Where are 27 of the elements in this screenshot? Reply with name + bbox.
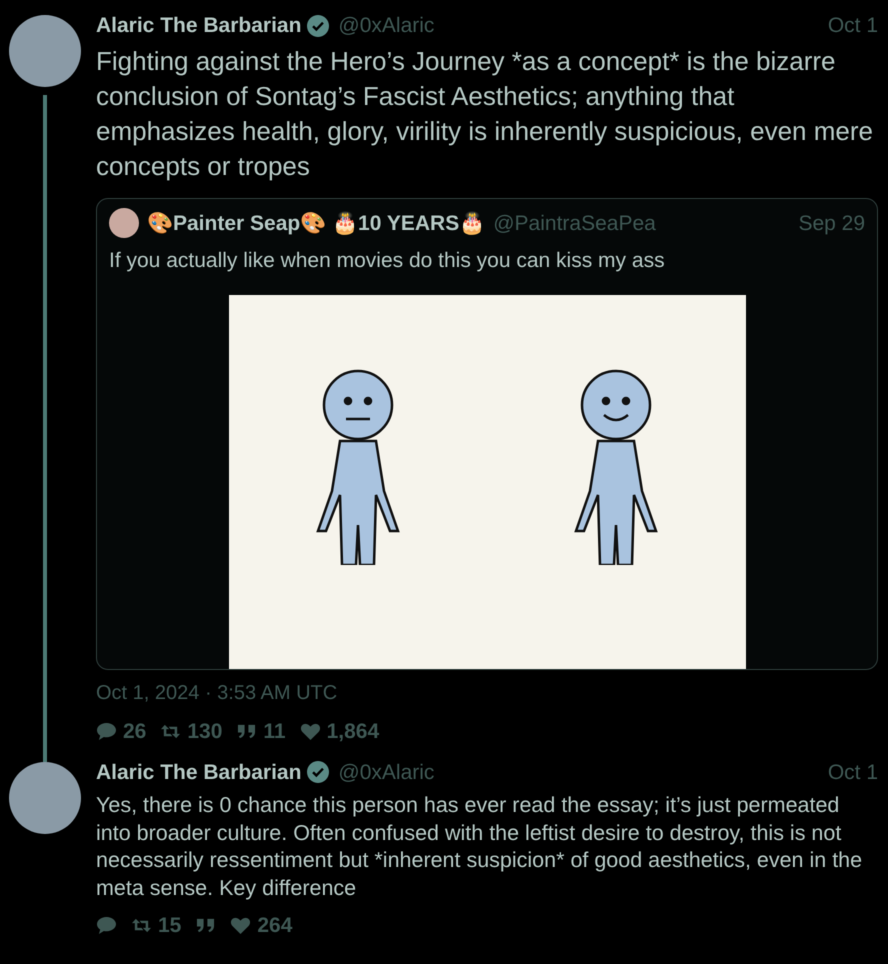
heart-icon: [300, 722, 321, 742]
comment-icon: [96, 916, 117, 936]
quoted-tweet-text: If you actually like when movies do this you can kiss my ass: [108, 248, 666, 274]
author-name[interactable]: Alaric The Barbarian: [96, 756, 302, 788]
tweet-text: Yes, there is 0 chance this person has ever read the essay; it’s just permeated into broader culture. Often confused with the leftist desire to destroy, this is not necessarily ressentiment but *inherent suspicion* of good aesthetics, even in the meta sense. Key difference: [96, 792, 864, 902]
stat-button[interactable]: 15: [131, 910, 182, 942]
tweet-date[interactable]: Oct 1: [828, 10, 878, 42]
author-name[interactable]: Alaric The Barbarian: [96, 10, 302, 42]
stat-button[interactable]: 1,864: [300, 716, 380, 748]
quoted-tweet-card[interactable]: 🎨Painter Seap🎨 🎂10 YEARS🎂 @PaintraSeaPea Sep 29 If you actually like when movies do this you can kiss my ass: [96, 198, 878, 670]
stat-button[interactable]: 26: [96, 716, 146, 748]
author-handle[interactable]: @0xAlaric: [338, 756, 434, 788]
tweet-timestamp[interactable]: Oct 1, 2024 · 3:53 AM UTC: [96, 678, 878, 708]
image-attachment[interactable]: [228, 295, 746, 669]
heart-icon: [230, 916, 252, 936]
stat-button[interactable]: 264: [230, 910, 292, 942]
stat-button[interactable]: 11: [236, 716, 286, 748]
tweet-date[interactable]: Sep 29: [798, 208, 865, 239]
author-name[interactable]: 🎨Painter Seap🎨 🎂10 YEARS🎂: [147, 208, 486, 239]
tweet-text: Fighting against the Hero’s Journey *as a concept* is the bizarre conclusion of Sontag’s Fascist Aesthetics; anything that emphasizes health, glory, virility is inherently suspicious, even mere concepts or tropes: [96, 44, 874, 182]
stat-button[interactable]: [96, 916, 117, 936]
comment-icon: [96, 722, 117, 742]
stat-button[interactable]: 130: [160, 716, 222, 748]
author-handle[interactable]: @PaintraSeaPea: [493, 208, 656, 239]
tweet-date[interactable]: Oct 1: [828, 756, 878, 788]
avatar[interactable]: [109, 208, 139, 238]
author-handle[interactable]: @0xAlaric: [338, 10, 434, 42]
